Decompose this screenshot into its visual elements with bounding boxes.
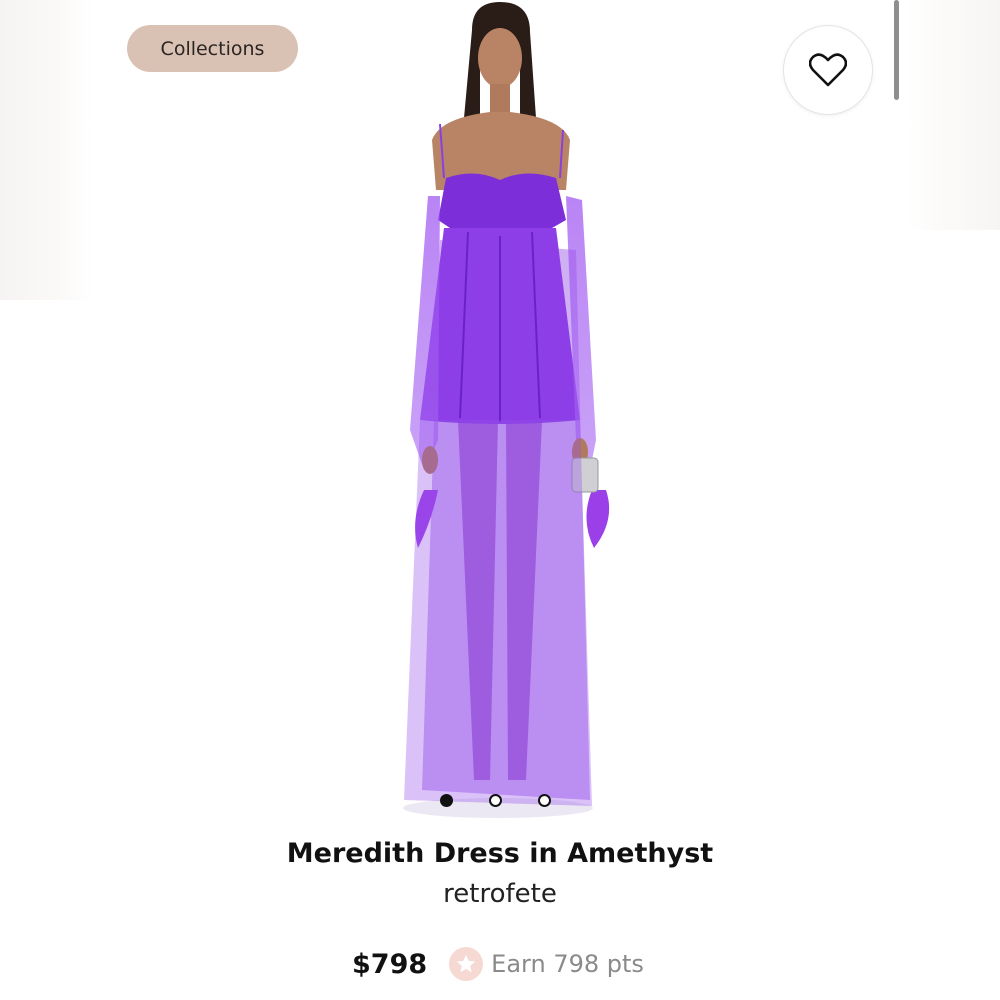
carousel-pagination [440, 790, 565, 810]
price-row: $798 Earn 798 pts [352, 944, 644, 984]
collections-label: Collections [160, 37, 265, 60]
favorite-button[interactable] [783, 25, 873, 115]
dress-illustration [403, 2, 610, 818]
reward-points: Earn 798 pts [449, 947, 644, 981]
points-label: Earn 798 pts [491, 950, 644, 978]
next-slide-peek [908, 0, 1000, 230]
product-title: Meredith Dress in Amethyst [286, 838, 714, 869]
carousel-dot-2[interactable] [489, 793, 502, 807]
carousel-dot-3[interactable] [538, 793, 551, 807]
heart-icon [809, 53, 847, 87]
previous-slide-peek [0, 0, 92, 300]
collections-button[interactable]: Collections [127, 25, 298, 72]
carousel-dot-1[interactable] [440, 793, 453, 807]
product-brand[interactable]: retrofete [0, 879, 1000, 909]
product-image[interactable] [380, 0, 640, 822]
product-price: $798 [352, 948, 428, 980]
scrollbar[interactable] [894, 0, 899, 100]
star-icon [449, 947, 484, 981]
product-page: Collections Meredith Dress in Amethyst r… [0, 0, 1000, 1000]
